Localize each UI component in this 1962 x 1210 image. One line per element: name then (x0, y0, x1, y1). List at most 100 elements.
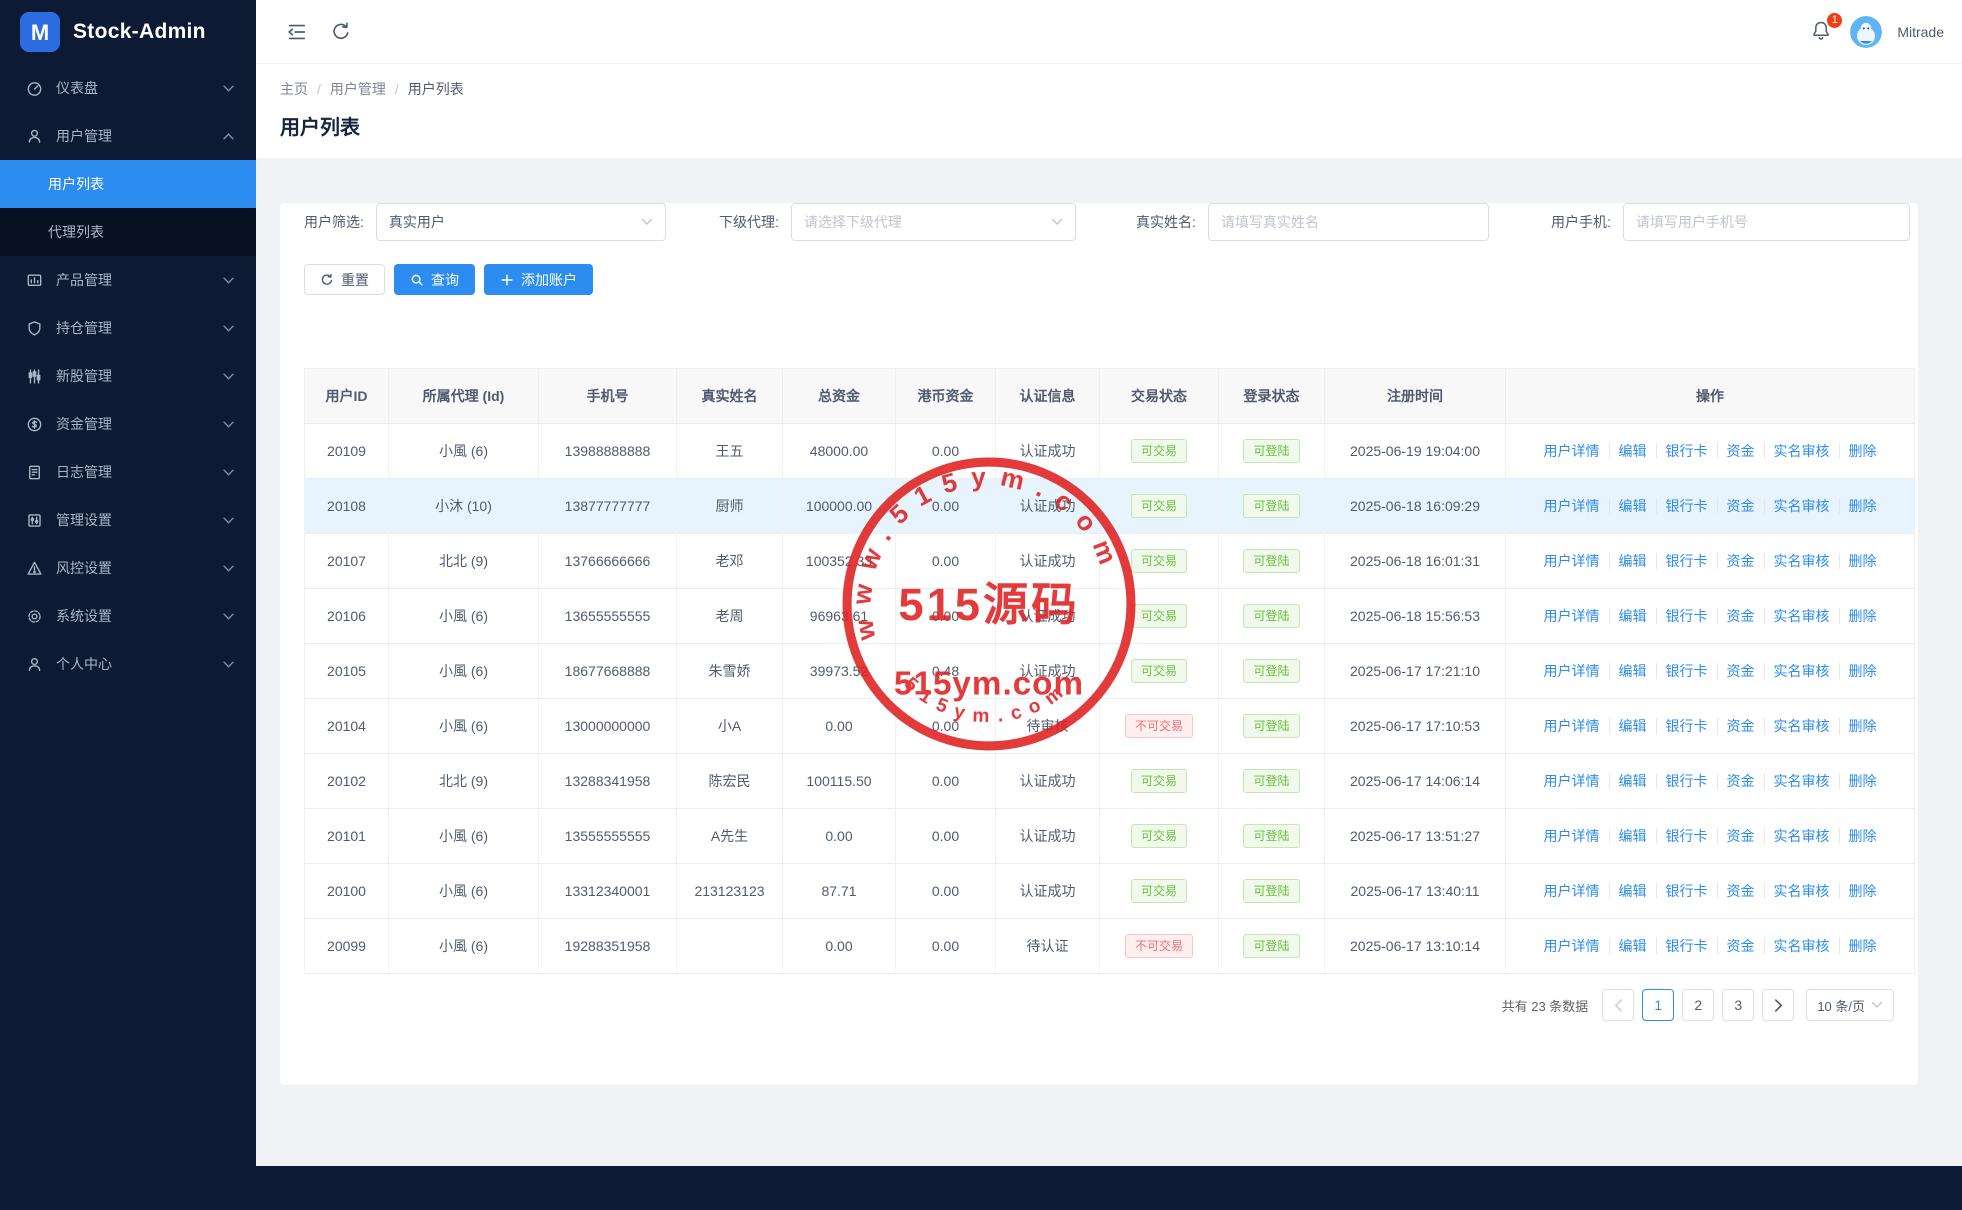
sidebar-item-position-management[interactable]: 持仓管理 (0, 304, 256, 352)
funds-link[interactable]: 资金 (1717, 608, 1755, 624)
content: 用户筛选: 真实用户 下级代理: 请选择下级代理 真实姓名: (256, 158, 1962, 1085)
bank-card-link[interactable]: 银行卡 (1656, 883, 1708, 899)
edit-link[interactable]: 编辑 (1609, 938, 1647, 954)
real-name-input[interactable] (1208, 203, 1489, 241)
edit-link[interactable]: 编辑 (1609, 883, 1647, 899)
edit-link[interactable]: 编辑 (1609, 828, 1647, 844)
sidebar-item-profile[interactable]: 个人中心 (0, 640, 256, 688)
delete-link[interactable]: 删除 (1839, 553, 1877, 569)
pagination-next-button[interactable] (1762, 989, 1794, 1021)
kyc-review-link[interactable]: 实名审核 (1764, 498, 1830, 514)
funds-link[interactable]: 资金 (1717, 553, 1755, 569)
delete-link[interactable]: 删除 (1839, 883, 1877, 899)
funds-link[interactable]: 资金 (1717, 828, 1755, 844)
users-icon (26, 128, 43, 145)
delete-link[interactable]: 删除 (1839, 608, 1877, 624)
funds-link[interactable]: 资金 (1717, 498, 1755, 514)
collapse-menu-icon[interactable] (286, 21, 308, 43)
kyc-review-link[interactable]: 实名审核 (1764, 828, 1830, 844)
edit-link[interactable]: 编辑 (1609, 553, 1647, 569)
user-detail-link[interactable]: 用户详情 (1544, 608, 1600, 624)
sidebar-item-product-management[interactable]: 产品管理 (0, 256, 256, 304)
edit-link[interactable]: 编辑 (1609, 718, 1647, 734)
delete-link[interactable]: 删除 (1839, 443, 1877, 459)
reset-button[interactable]: 重置 (304, 264, 385, 295)
refresh-icon[interactable] (330, 21, 352, 43)
sidebar-item-ipo-management[interactable]: 新股管理 (0, 352, 256, 400)
avatar[interactable] (1850, 16, 1882, 48)
delete-link[interactable]: 删除 (1839, 663, 1877, 679)
kyc-review-link[interactable]: 实名审核 (1764, 883, 1830, 899)
delete-link[interactable]: 删除 (1839, 938, 1877, 954)
cell-hk-funds: 0.00 (896, 424, 996, 479)
sidebar-item-system-settings[interactable]: 系统设置 (0, 592, 256, 640)
delete-link[interactable]: 删除 (1839, 498, 1877, 514)
user-phone-input[interactable] (1623, 203, 1910, 241)
user-detail-link[interactable]: 用户详情 (1544, 938, 1600, 954)
kyc-review-link[interactable]: 实名审核 (1764, 608, 1830, 624)
funds-link[interactable]: 资金 (1717, 443, 1755, 459)
sub-agent-select[interactable]: 请选择下级代理 (791, 203, 1076, 241)
edit-link[interactable]: 编辑 (1609, 663, 1647, 679)
pagination-prev-button[interactable] (1602, 989, 1634, 1021)
sidebar-item-funds-management[interactable]: 资金管理 (0, 400, 256, 448)
kyc-review-link[interactable]: 实名审核 (1764, 663, 1830, 679)
delete-link[interactable]: 删除 (1839, 828, 1877, 844)
bank-card-link[interactable]: 银行卡 (1656, 773, 1708, 789)
bank-card-link[interactable]: 银行卡 (1656, 718, 1708, 734)
page-size-select[interactable]: 10 条/页 (1806, 989, 1894, 1021)
sidebar-item-user-list[interactable]: 用户列表 (0, 160, 256, 208)
breadcrumb-home[interactable]: 主页 (280, 79, 308, 99)
bank-card-link[interactable]: 银行卡 (1656, 938, 1708, 954)
user-detail-link[interactable]: 用户详情 (1544, 443, 1600, 459)
bank-card-link[interactable]: 银行卡 (1656, 608, 1708, 624)
cell-total-funds: 0.00 (783, 809, 896, 864)
bank-card-link[interactable]: 银行卡 (1656, 553, 1708, 569)
funds-link[interactable]: 资金 (1717, 663, 1755, 679)
user-detail-link[interactable]: 用户详情 (1544, 773, 1600, 789)
search-button[interactable]: 查询 (394, 264, 475, 295)
add-account-button[interactable]: 添加账户 (484, 264, 593, 295)
edit-link[interactable]: 编辑 (1609, 608, 1647, 624)
kyc-review-link[interactable]: 实名审核 (1764, 718, 1830, 734)
user-detail-link[interactable]: 用户详情 (1544, 828, 1600, 844)
funds-link[interactable]: 资金 (1717, 773, 1755, 789)
notification-bell[interactable]: 1 (1809, 18, 1835, 46)
user-detail-link[interactable]: 用户详情 (1544, 663, 1600, 679)
pagination-page-button[interactable]: 1 (1642, 989, 1674, 1021)
sidebar-item-dashboard[interactable]: 仪表盘 (0, 64, 256, 112)
user-detail-link[interactable]: 用户详情 (1544, 553, 1600, 569)
user-type-select[interactable]: 真实用户 (376, 203, 666, 241)
sidebar-item-admin-settings[interactable]: 管理设置 (0, 496, 256, 544)
sidebar-item-agent-list[interactable]: 代理列表 (0, 208, 256, 256)
user-detail-link[interactable]: 用户详情 (1544, 718, 1600, 734)
kyc-review-link[interactable]: 实名审核 (1764, 938, 1830, 954)
sidebar-item-user-management[interactable]: 用户管理 (0, 112, 256, 160)
edit-link[interactable]: 编辑 (1609, 773, 1647, 789)
funds-link[interactable]: 资金 (1717, 938, 1755, 954)
pagination-page-button[interactable]: 2 (1682, 989, 1714, 1021)
bank-card-link[interactable]: 银行卡 (1656, 663, 1708, 679)
delete-link[interactable]: 删除 (1839, 773, 1877, 789)
user-detail-link[interactable]: 用户详情 (1544, 883, 1600, 899)
warning-triangle-icon (26, 560, 43, 577)
cell-login-status: 可登陆 (1219, 589, 1325, 644)
funds-link[interactable]: 资金 (1717, 883, 1755, 899)
edit-link[interactable]: 编辑 (1609, 443, 1647, 459)
kyc-review-link[interactable]: 实名审核 (1764, 553, 1830, 569)
bank-card-link[interactable]: 银行卡 (1656, 498, 1708, 514)
breadcrumb-section[interactable]: 用户管理 (330, 79, 386, 99)
sidebar-item-log-management[interactable]: 日志管理 (0, 448, 256, 496)
pagination-page-button[interactable]: 3 (1722, 989, 1754, 1021)
kyc-review-link[interactable]: 实名审核 (1764, 773, 1830, 789)
current-user-name[interactable]: Mitrade (1897, 24, 1944, 40)
edit-link[interactable]: 编辑 (1609, 498, 1647, 514)
funds-link[interactable]: 资金 (1717, 718, 1755, 734)
kyc-review-link[interactable]: 实名审核 (1764, 443, 1830, 459)
cell-login-status: 可登陆 (1219, 699, 1325, 754)
user-detail-link[interactable]: 用户详情 (1544, 498, 1600, 514)
bank-card-link[interactable]: 银行卡 (1656, 443, 1708, 459)
sidebar-item-risk-settings[interactable]: 风控设置 (0, 544, 256, 592)
delete-link[interactable]: 删除 (1839, 718, 1877, 734)
bank-card-link[interactable]: 银行卡 (1656, 828, 1708, 844)
